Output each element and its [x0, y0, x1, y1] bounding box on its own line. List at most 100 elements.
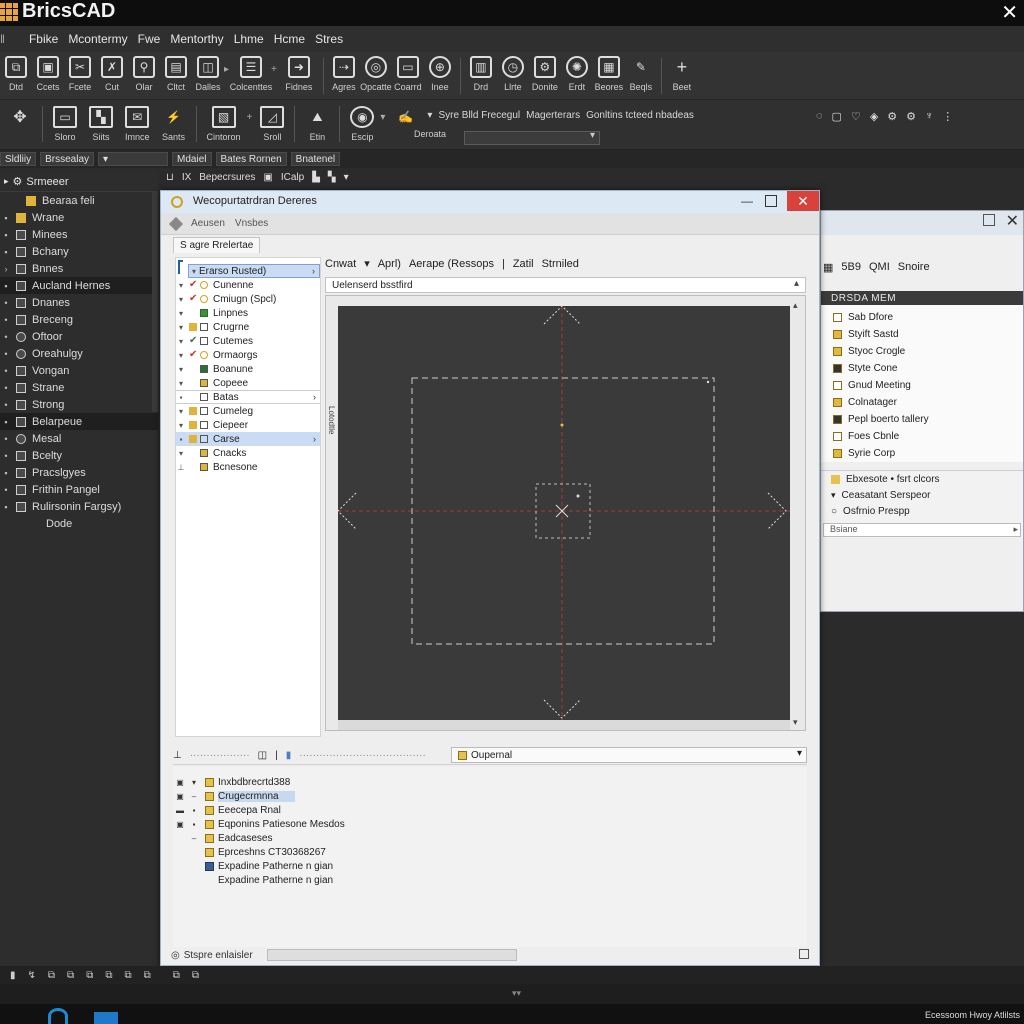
viewport-scrollbar[interactable]: ▴ ▾: [791, 296, 803, 732]
list-item[interactable]: Expadine Patherne n gian: [173, 873, 807, 887]
ribbon-button[interactable]: ⛰ Etin: [305, 100, 329, 143]
prop-dropdown[interactable]: ▾: [98, 152, 169, 166]
tree-row[interactable]: ▾ Ciepeer: [176, 418, 320, 432]
toolbar-button[interactable]: Bepecrsures: [199, 172, 255, 183]
ribbon-button[interactable]: ▤ Cltct: [160, 52, 192, 92]
panel-header[interactable]: ▸ ⚙ Srmeeer: [0, 172, 158, 192]
tree-row[interactable]: ▾ ✔ Ormaorgs: [176, 348, 320, 362]
prop-field[interactable]: Mdaiel: [172, 152, 212, 166]
tree-row[interactable]: ▾ Crugrne: [176, 320, 320, 334]
list-item[interactable]: Syrie Corp: [821, 445, 1023, 462]
bottom-dropdown[interactable]: Oupernal: [451, 747, 807, 763]
tree-item[interactable]: ▪ Minees: [0, 226, 158, 243]
tree-item[interactable]: • Strane: [0, 379, 158, 396]
list-item[interactable]: Foes Cbnle: [821, 428, 1023, 445]
scroll-down-icon[interactable]: ▾: [793, 717, 798, 728]
maximize-icon[interactable]: [765, 195, 777, 207]
status-icon[interactable]: ⧉: [144, 970, 151, 981]
toolbar-button[interactable]: IX: [182, 172, 191, 183]
menu-item[interactable]: Stres: [315, 32, 343, 46]
option-row[interactable]: ▾ Ceasatant Serspeor: [821, 487, 1023, 503]
option-row[interactable]: Ebxesote • fsrt clcors: [821, 471, 1023, 487]
ribbon-button[interactable]: ▭ Sloro: [53, 100, 77, 142]
ribbon-button[interactable]: ⚲ Olar: [128, 52, 160, 92]
tree-row[interactable]: ▾ Copeee: [176, 376, 320, 390]
close-icon[interactable]: ✕: [1001, 0, 1018, 25]
ribbon-button[interactable]: ◉ Escip: [350, 100, 375, 142]
tree-item[interactable]: ▪ Pracslgyes: [0, 464, 158, 481]
tree-item[interactable]: ▪ Bchany: [0, 243, 158, 260]
prop-field[interactable]: Sldliiy: [0, 152, 37, 166]
list-item[interactable]: Styift Sastd: [821, 326, 1023, 343]
toolbar-icon[interactable]: ▣: [263, 172, 272, 183]
tree-row[interactable]: ▾ ✔ Cunenne: [176, 278, 320, 292]
tree-item[interactable]: ▪ Rulirsonin Fargsy): [0, 498, 158, 515]
diamond-icon[interactable]: ◈: [870, 110, 878, 123]
close-icon[interactable]: ✕: [1006, 211, 1019, 231]
tree-item[interactable]: • Oreahulgy: [0, 345, 158, 362]
toolbar-button[interactable]: Cnwat: [325, 258, 356, 270]
toolbar-button[interactable]: Strniled: [542, 258, 579, 270]
resize-grip-icon[interactable]: [799, 949, 809, 959]
toolbar-icon[interactable]: ▚: [328, 172, 336, 183]
ribbon-dropdown[interactable]: [464, 130, 600, 145]
toolbar-icon[interactable]: ⊔: [166, 172, 174, 183]
menu-item[interactable]: Hcme: [274, 32, 305, 46]
square-icon[interactable]: ▢: [832, 110, 842, 123]
tree-item[interactable]: • Vongan: [0, 362, 158, 379]
status-icon[interactable]: ⧉: [67, 970, 74, 981]
drawing-canvas[interactable]: [337, 305, 790, 720]
tree-row[interactable]: ▾ Cumeleg: [176, 404, 320, 418]
subtab[interactable]: S agre Rrelertae: [173, 237, 261, 253]
tree-item[interactable]: • Mesal: [0, 430, 158, 447]
ribbon-button[interactable]: ◷ Llrte: [497, 52, 529, 92]
ribbon-button[interactable]: ⚙ Donite: [529, 52, 561, 92]
scrollbar[interactable]: [152, 192, 158, 412]
status-icon[interactable]: ⧉: [173, 970, 180, 981]
tree-item[interactable]: • Oftoor: [0, 328, 158, 345]
ribbon-button[interactable]: ▚ Siits: [89, 100, 113, 142]
list-item[interactable]: Sab Dfore: [821, 309, 1023, 326]
ribbon-button[interactable]: ☰ Colcenttes: [230, 52, 272, 92]
tree-item[interactable]: Bearaa feli: [0, 192, 158, 209]
status-icon[interactable]: ⧉: [124, 970, 131, 981]
list-item[interactable]: ▣ – Crugecrmnna: [173, 789, 807, 803]
toolbar-button[interactable]: Aprl): [378, 258, 401, 270]
ribbon-button[interactable]: ▭ Coarrd: [392, 52, 424, 92]
status-icon[interactable]: ⧉: [86, 970, 93, 981]
toolbar-button[interactable]: ICalp: [281, 172, 304, 183]
ribbon-button[interactable]: ✂ Fcete: [64, 52, 96, 92]
ribbon-button[interactable]: ◫ Dalles: [192, 52, 224, 92]
close-icon[interactable]: ✕: [787, 191, 819, 211]
tree-row[interactable]: ▾ Cnacks: [176, 446, 320, 460]
ribbon-button[interactable]: ⇢ Agres: [328, 52, 360, 92]
ribbon-button[interactable]: ⧉ Dtd: [0, 52, 32, 92]
gear-icon[interactable]: ⚙: [887, 110, 897, 123]
menu-overflow-icon[interactable]: ‖: [0, 32, 5, 46]
tree-item[interactable]: ▪ Aucland Hernes: [0, 277, 158, 294]
ribbon-button[interactable]: + Beet: [666, 52, 698, 93]
tree-item[interactable]: • Bcelty: [0, 447, 158, 464]
ribbon-button[interactable]: ▧ Cintoron: [207, 100, 241, 142]
folder-icon[interactable]: [94, 1012, 118, 1024]
list-item[interactable]: Expadine Patherne n gian: [173, 859, 807, 873]
list-item[interactable]: ▣ ▪ Eqponins Patiesone Mesdos: [173, 817, 807, 831]
list-item[interactable]: Styoc Crogle: [821, 343, 1023, 360]
more-icon[interactable]: ⋮: [942, 110, 953, 123]
tree-row[interactable]: ⊥ Bcnesone: [176, 460, 320, 474]
ribbon-button[interactable]: ⊕ Inee: [424, 52, 456, 92]
scroll-up-icon[interactable]: ▴: [793, 300, 798, 311]
menu-item[interactable]: Mentorthy: [170, 32, 223, 46]
menu-item[interactable]: Fbike: [29, 32, 58, 46]
tree-item[interactable]: ▪ Wrane: [0, 209, 158, 226]
ribbon-button[interactable]: ▦ Beores: [593, 52, 625, 92]
maximize-icon[interactable]: [983, 214, 995, 226]
ribbon-button[interactable]: ⚡ Sants: [162, 100, 186, 142]
ribbon-button[interactable]: ✎ Beqls: [625, 52, 657, 92]
tree-item[interactable]: • Breceng: [0, 311, 158, 328]
menu-item[interactable]: Mcontermy: [68, 32, 127, 46]
list-item[interactable]: Pepl boerto tallery: [821, 411, 1023, 428]
list-item[interactable]: ▬ ▪ Eeecepa Rnal: [173, 803, 807, 817]
toolbar-button[interactable]: QMI: [869, 261, 890, 273]
prop-field[interactable]: Bates Rornen: [215, 152, 287, 166]
